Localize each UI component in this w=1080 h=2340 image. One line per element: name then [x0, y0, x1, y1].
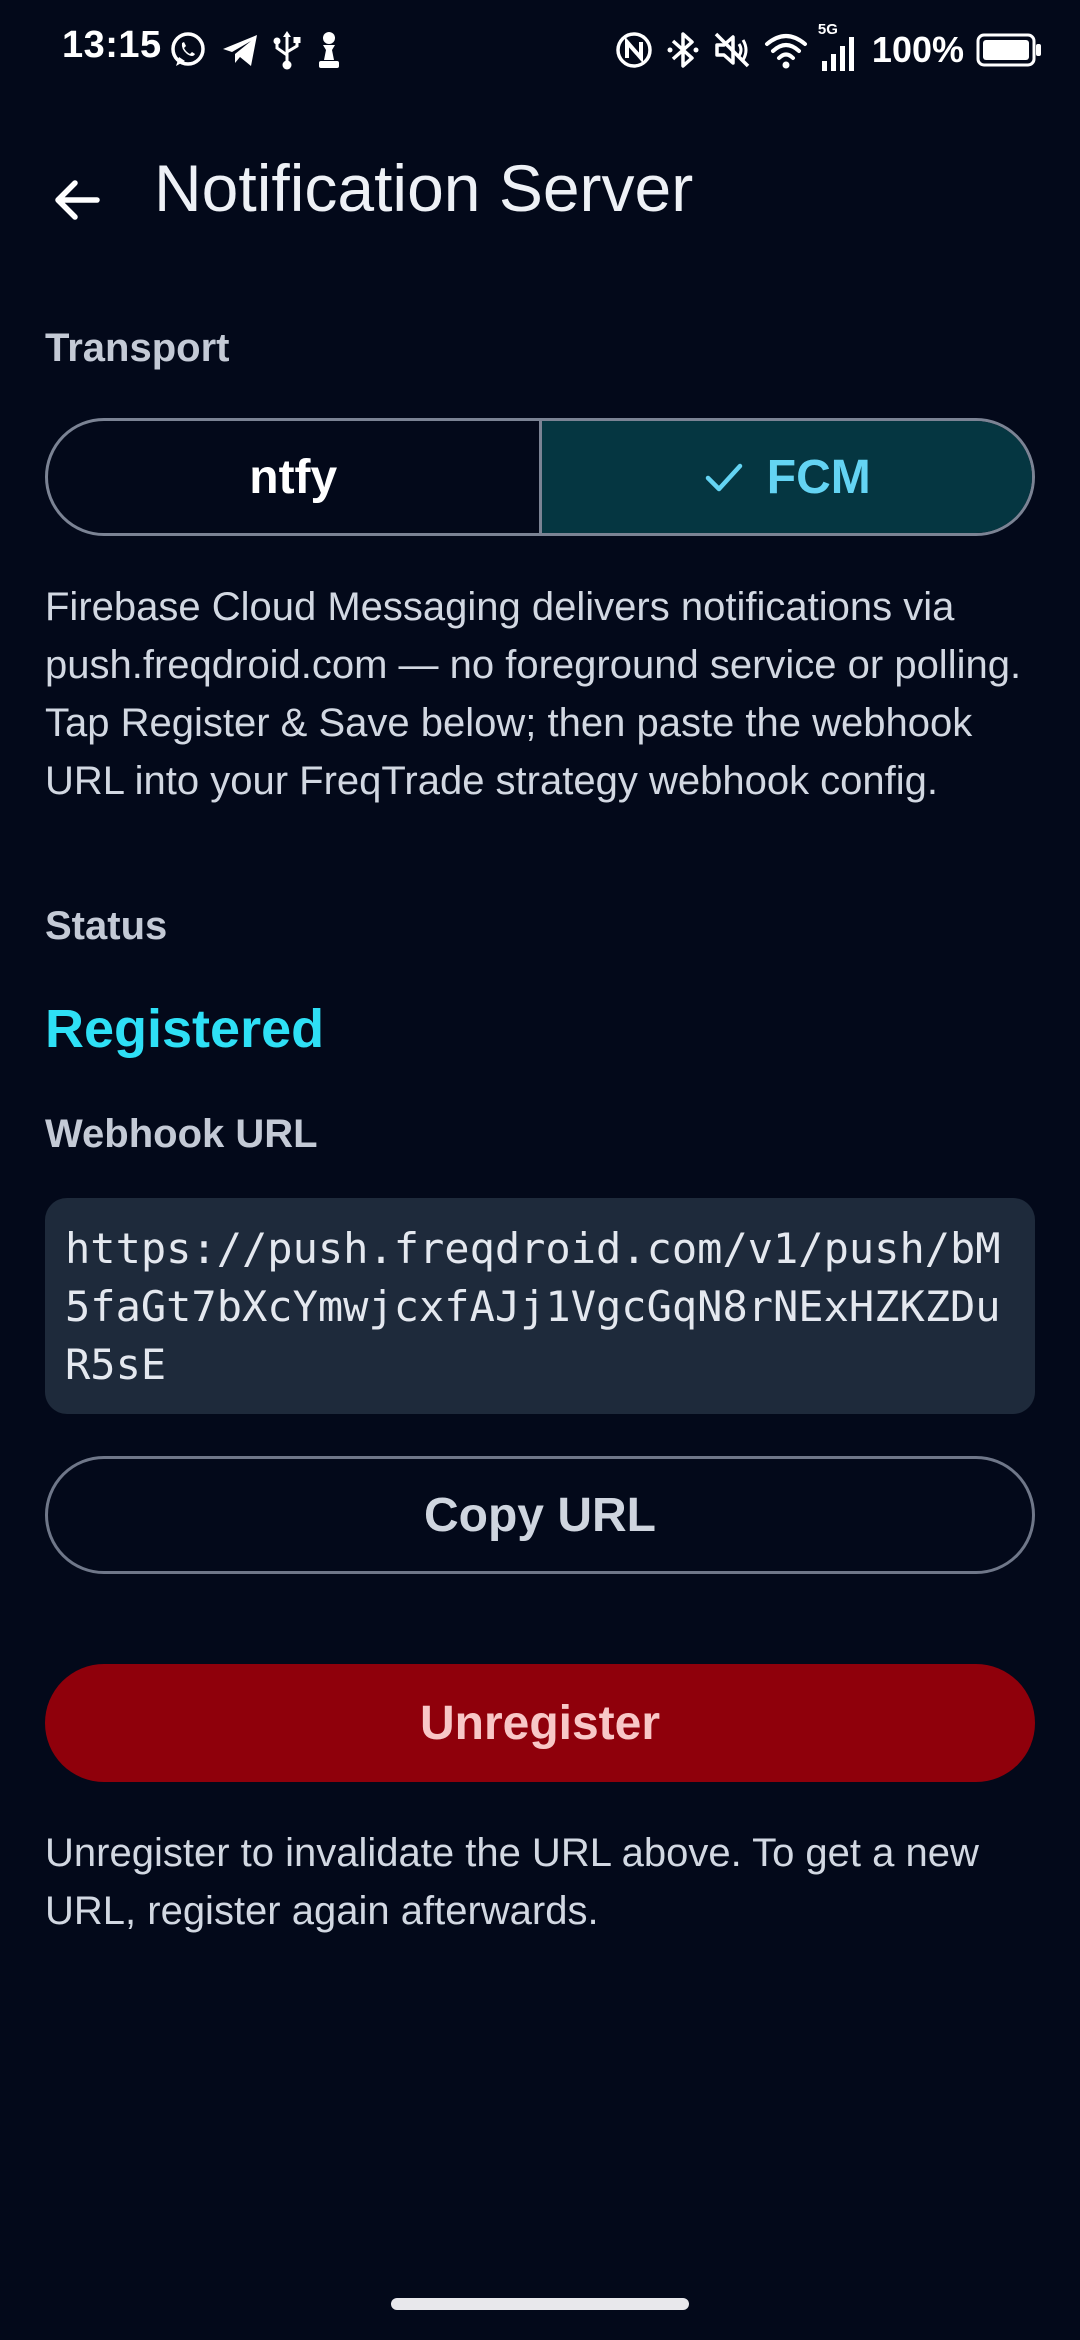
transport-selector: ntfy FCM: [45, 418, 1035, 536]
telegram-icon: [223, 35, 257, 66]
page-title: Notification Server: [154, 151, 694, 225]
battery-icon: [976, 33, 1041, 67]
segment-ntfy-label: ntfy: [249, 450, 338, 504]
home-indicator[interactable]: [391, 2298, 689, 2310]
mute-icon: [714, 32, 750, 68]
transport-label: Transport: [45, 326, 230, 370]
notification-icons: [168, 28, 344, 72]
battery-percentage: 100%: [871, 29, 964, 70]
webhook-url-field[interactable]: https://push.freqdroid.com/v1/push/bM5fa…: [45, 1198, 1035, 1414]
unregister-footnote: Unregister to invalidate the URL above. …: [45, 1831, 979, 1933]
signal-icon: [821, 37, 854, 71]
usb-icon: [273, 31, 301, 70]
back-button[interactable]: [36, 158, 120, 242]
arrow-left-icon: [55, 180, 100, 220]
app-bar: Notification Server: [0, 130, 1080, 250]
webhook-url-label: Webhook URL: [45, 1112, 318, 1156]
segment-fcm[interactable]: FCM: [541, 421, 1032, 533]
unregister-button[interactable]: Unregister: [45, 1664, 1035, 1782]
copy-url-button[interactable]: Copy URL: [45, 1456, 1035, 1574]
nfc-icon: [616, 32, 652, 68]
system-icons: 5G 100%: [614, 21, 1042, 74]
whatsapp-icon: [171, 32, 205, 66]
status-bar: 13:15 5G 100%: [0, 0, 1080, 100]
chess-pawn-icon: [319, 32, 339, 68]
unregister-label: Unregister: [419, 1696, 661, 1750]
status-time: 13:15: [62, 24, 162, 66]
bluetooth-icon: [667, 32, 699, 68]
check-icon: [705, 463, 743, 492]
wifi-icon: [764, 34, 807, 69]
copy-url-label: Copy URL: [424, 1488, 656, 1542]
signal-indicator: 5G: [818, 21, 860, 73]
transport-description: Firebase Cloud Messaging delivers notifi…: [45, 585, 1022, 803]
segment-ntfy[interactable]: ntfy: [48, 421, 542, 533]
segment-fcm-label: FCM: [766, 450, 871, 504]
status-label: Status: [45, 904, 168, 948]
status-value: Registered: [45, 999, 325, 1059]
